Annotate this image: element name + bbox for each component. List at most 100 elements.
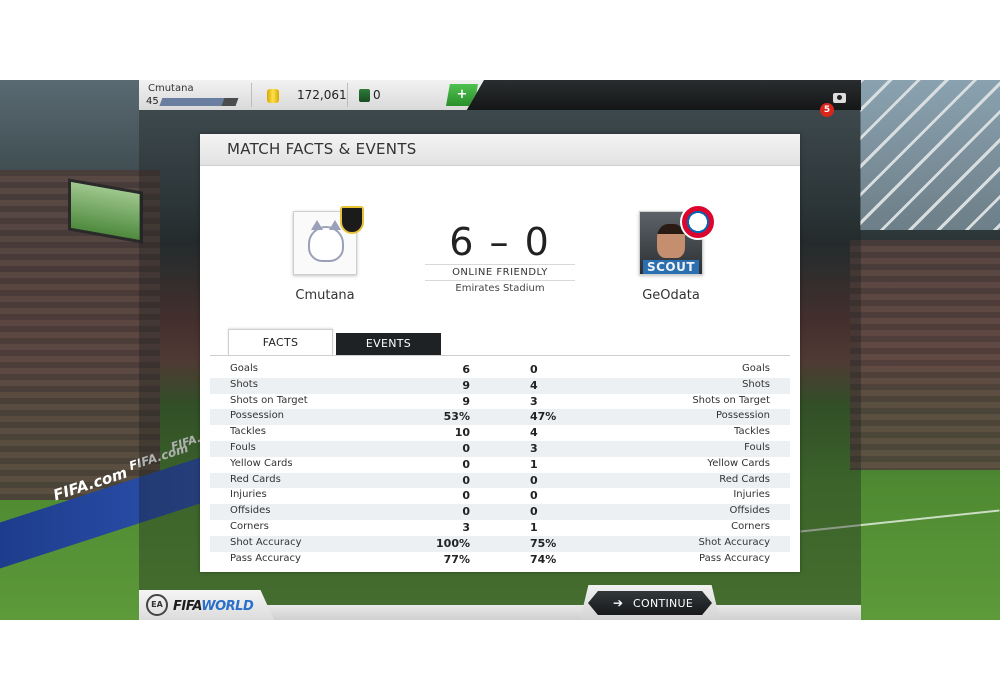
tabs-divider — [210, 355, 790, 356]
stat-value-away: 1 — [530, 520, 538, 534]
stat-value-away: 3 — [530, 441, 538, 455]
stat-value-home: 0 — [462, 489, 470, 503]
ea-sports-logo: EA — [146, 594, 168, 616]
card-header: MATCH FACTS & EVENTS — [200, 134, 800, 166]
home-team-name: Cmutana — [295, 288, 355, 303]
stat-row: Shots on Target 9 3 Shots on Target — [210, 394, 790, 410]
cat-avatar-icon — [308, 220, 344, 262]
card-title: MATCH FACTS & EVENTS — [227, 140, 417, 158]
stat-label-home: Pass Accuracy — [230, 552, 301, 564]
stand-right — [850, 240, 1000, 470]
coins-icon — [267, 89, 279, 103]
add-points-button[interactable]: + — [446, 84, 478, 106]
points-icon — [359, 89, 370, 102]
fifa-logo-main: FIFA — [173, 599, 202, 614]
camera-icon[interactable] — [833, 93, 846, 103]
user-info: Cmutana 45 172,061 0 + — [139, 80, 484, 110]
arrow-right-icon: ➔ — [613, 596, 624, 610]
stat-value-away: 1 — [530, 457, 538, 471]
points-value: 0 — [373, 88, 381, 102]
match-type: ONLINE FRIENDLY — [425, 264, 575, 281]
stat-label-away: Pass Accuracy — [699, 552, 770, 564]
stat-value-home: 0 — [462, 473, 470, 487]
stat-value-away: 0 — [530, 505, 538, 519]
stat-label-home: Injuries — [230, 489, 267, 501]
stat-label-away: Corners — [731, 520, 770, 532]
username: Cmutana — [148, 83, 194, 94]
stat-row: Yellow Cards 0 1 Yellow Cards — [210, 457, 790, 473]
stat-value-away: 3 — [530, 394, 538, 408]
match-facts-card: MATCH FACTS & EVENTS Cmutana 6 – 0 ONLIN… — [200, 134, 800, 572]
stat-label-away: Possession — [715, 410, 770, 422]
stat-value-away: 47% — [530, 410, 557, 424]
stat-label-home: Offsides — [230, 505, 271, 517]
stat-value-away: 4 — [530, 426, 538, 440]
stat-label-home: Shots — [230, 378, 258, 390]
home-club-crest-icon — [340, 206, 364, 234]
stat-value-away: 4 — [530, 378, 538, 392]
divider — [251, 83, 252, 107]
stat-label-home: Fouls — [230, 441, 256, 453]
stats-table: Goals 6 0 Goals Shots 9 4 Shots Shots on Target 9… — [210, 362, 790, 567]
stat-label-home: Yellow Cards — [230, 457, 293, 469]
coins-value: 172,061 — [297, 88, 347, 102]
xp-progress-fill — [159, 98, 225, 106]
stat-label-home: Possession — [230, 410, 285, 422]
stat-label-home: Tackles — [230, 426, 267, 438]
stat-row: Goals 6 0 Goals — [210, 362, 790, 378]
stat-row: Shot Accuracy 100% 75% Shot Accuracy — [210, 535, 790, 552]
stat-row: Shots 9 4 Shots — [210, 377, 790, 394]
divider — [347, 83, 348, 107]
stat-row: Fouls 0 3 Fouls — [210, 440, 790, 457]
stadium-name: Emirates Stadium — [455, 283, 545, 294]
stat-value-away: 75% — [530, 536, 557, 550]
stat-label-home: Goals — [230, 363, 258, 374]
continue-button[interactable]: ➔ CONTINUE — [588, 591, 712, 615]
stat-label-away: Offsides — [729, 505, 770, 517]
stat-value-away: 0 — [530, 363, 538, 376]
tab-events[interactable]: EVENTS — [336, 333, 441, 355]
stat-value-home: 0 — [462, 505, 470, 519]
stat-row: Injuries 0 0 Injuries — [210, 488, 790, 504]
stat-value-home: 9 — [462, 378, 470, 392]
user-level: 45 — [146, 96, 159, 107]
stat-label-home: Shots on Target — [230, 394, 308, 406]
stat-label-away: Injuries — [733, 489, 770, 501]
scout-label: SCOUT — [643, 260, 699, 274]
tab-facts[interactable]: FACTS — [228, 329, 333, 355]
game-screen: FIFA.com FIFA.com FIFA.com Cmutana 45 17… — [0, 80, 1000, 620]
stat-value-home: 9 — [462, 394, 470, 408]
stat-row: Offsides 0 0 Offsides — [210, 504, 790, 520]
stat-label-away: Yellow Cards — [707, 457, 770, 469]
stat-value-home: 0 — [462, 441, 470, 455]
stat-value-home: 77% — [443, 552, 470, 566]
xp-progress-bar — [159, 98, 239, 106]
stat-value-away: 0 — [530, 489, 538, 503]
stat-label-home: Corners — [230, 520, 269, 532]
stat-value-home: 100% — [436, 536, 470, 550]
stat-label-away: Shot Accuracy — [698, 536, 770, 548]
stat-value-home: 53% — [443, 410, 470, 424]
stat-row: Corners 3 1 Corners — [210, 520, 790, 536]
stat-value-home: 10 — [454, 426, 470, 440]
top-bar: Cmutana 45 172,061 0 + 5 — [139, 80, 861, 117]
stat-value-home: 3 — [462, 520, 470, 534]
stat-value-home: 6 — [462, 363, 470, 376]
away-club-crest-icon — [680, 204, 716, 240]
stat-label-away: Shots on Target — [692, 394, 770, 406]
stat-value-away: 0 — [530, 473, 538, 487]
stat-value-home: 0 — [462, 457, 470, 471]
stat-label-away: Red Cards — [719, 473, 770, 485]
stat-row: Possession 53% 47% Possession — [210, 409, 790, 426]
match-score: 6 – 0 — [449, 220, 551, 264]
stat-label-home: Shot Accuracy — [230, 536, 302, 548]
stat-label-away: Fouls — [744, 441, 770, 453]
stat-value-away: 74% — [530, 552, 557, 566]
stat-label-away: Tackles — [733, 426, 770, 438]
stat-row: Red Cards 0 0 Red Cards — [210, 472, 790, 489]
stat-label-away: Goals — [742, 363, 770, 374]
stat-row: Tackles 10 4 Tackles — [210, 425, 790, 441]
stat-row: Pass Accuracy 77% 74% Pass Accuracy — [210, 552, 790, 568]
notification-badge[interactable]: 5 — [820, 103, 834, 117]
stat-label-away: Shots — [742, 378, 770, 390]
